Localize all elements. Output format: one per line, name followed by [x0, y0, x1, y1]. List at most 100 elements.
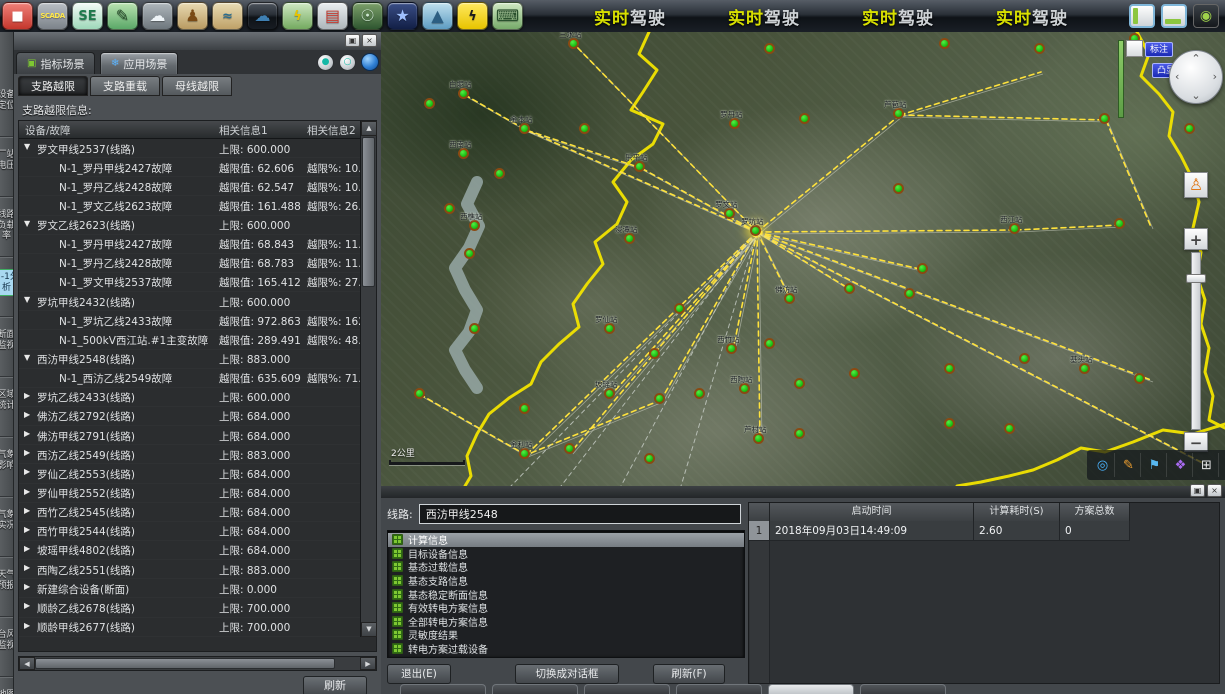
expand-arrow-icon[interactable]: ▶: [24, 391, 30, 400]
realtime-driving-title[interactable]: 实时驾驶: [996, 4, 1068, 29]
map-type-button[interactable]: [1126, 40, 1143, 57]
panel-restore-button[interactable]: ▣: [345, 34, 360, 47]
horizontal-scrollbar[interactable]: ◀ ▶: [18, 656, 377, 671]
expand-arrow-icon[interactable]: ▶: [24, 621, 30, 630]
lightning-green-icon[interactable]: ϟ: [282, 2, 313, 30]
station-marker[interactable]: [849, 368, 860, 379]
station-marker[interactable]: [844, 283, 855, 294]
table-row[interactable]: ▶罗仙乙线2553(线路)上限: 684.000: [19, 464, 362, 483]
run-row-number[interactable]: 1: [749, 521, 770, 541]
table-row[interactable]: ▶西陶乙线2551(线路)上限: 883.000: [19, 560, 362, 579]
zoom-slider-thumb[interactable]: [1186, 274, 1206, 283]
rain-cloud-icon[interactable]: ☁: [142, 2, 173, 30]
waves-icon[interactable]: ≈: [212, 2, 243, 30]
zoom-in-button[interactable]: +: [1184, 228, 1208, 250]
exit-button[interactable]: 退出(E): [387, 664, 451, 684]
horizontal-scroll-thumb[interactable]: [35, 658, 335, 669]
realtime-driving-title[interactable]: 实时驾驶: [728, 4, 800, 29]
table-row[interactable]: ▶西竹乙线2545(线路)上限: 684.000: [19, 503, 362, 522]
rail-item-3[interactable]: 线路负载率: [0, 210, 14, 242]
expand-arrow-icon[interactable]: ▶: [24, 410, 30, 419]
expand-arrow-icon[interactable]: ▶: [24, 487, 30, 496]
layout-left-panel-button[interactable]: [1129, 4, 1155, 28]
station-marker[interactable]: [1099, 113, 1110, 124]
list-item[interactable]: 有效转电方案信息: [388, 601, 744, 615]
table-row[interactable]: ▶罗仙甲线2552(线路)上限: 684.000: [19, 484, 362, 503]
station-marker[interactable]: [917, 263, 928, 274]
table-row[interactable]: ▶新建综合设备(断面)上限: 0.000: [19, 579, 362, 598]
rail-item-2[interactable]: 厂站电压: [0, 150, 14, 171]
rail-item-6[interactable]: 区域统计: [0, 390, 14, 411]
station-marker[interactable]: [1004, 423, 1015, 434]
station-marker[interactable]: [764, 338, 775, 349]
station-marker[interactable]: [649, 348, 660, 359]
panel-close-button[interactable]: ×: [362, 34, 377, 47]
tab-indicator-scene[interactable]: ▣ 指标场景: [16, 52, 95, 74]
map-pan-compass[interactable]: ⌃ ⌄ ‹ ›: [1169, 50, 1223, 104]
table-row[interactable]: ▶罗坑乙线2433(线路)上限: 600.000: [19, 388, 362, 407]
list-item[interactable]: 全部转电方案信息: [388, 615, 744, 629]
list-item[interactable]: 灵敏度结果: [388, 628, 744, 642]
table-row[interactable]: ▶坡瑶甲线4802(线路)上限: 684.000: [19, 541, 362, 560]
globe-button[interactable]: [361, 53, 379, 71]
pencil-icon[interactable]: ✎: [107, 2, 138, 30]
refresh-button[interactable]: 刷新(F): [653, 664, 725, 684]
rail-item-1[interactable]: 设备定位: [0, 90, 14, 111]
list-item[interactable]: 计算信息: [388, 533, 744, 547]
pin-tool-icon[interactable]: ❖: [1169, 453, 1193, 477]
realtime-driving-title[interactable]: 实时驾驶: [862, 4, 934, 29]
constellation-icon[interactable]: ★: [387, 2, 418, 30]
bottom-tab-2[interactable]: [492, 684, 578, 694]
station-marker[interactable]: [1114, 218, 1125, 229]
station-marker[interactable]: [1184, 123, 1195, 134]
station-marker[interactable]: [469, 323, 480, 334]
cloud-icon[interactable]: ☁: [247, 2, 278, 30]
surveyor-icon[interactable]: ♟: [177, 2, 208, 30]
switch-to-dialog-button[interactable]: 切换成对话框: [515, 664, 619, 684]
list-item[interactable]: 基态支路信息: [388, 574, 744, 588]
layout-bottom-panel-button[interactable]: [1161, 4, 1187, 28]
table-row[interactable]: N-1_西汸乙线2549故障越限值: 635.609越限%: 71.9: [19, 369, 362, 388]
rail-item-7[interactable]: 气象影响: [0, 450, 14, 471]
run-calc-duration[interactable]: 2.60: [974, 521, 1060, 541]
mountains-icon[interactable]: ▲: [422, 2, 453, 30]
rail-item-8[interactable]: 气象实况: [0, 510, 14, 531]
station-marker[interactable]: [1134, 373, 1145, 384]
station-marker[interactable]: [939, 38, 950, 49]
line-input[interactable]: [419, 504, 741, 524]
station-marker[interactable]: [424, 98, 435, 109]
list-item[interactable]: 目标设备信息: [388, 547, 744, 561]
table-row[interactable]: N-1_500kV西江站.#1主变故障越限值: 289.491越限%: 48.2: [19, 330, 362, 349]
table-row[interactable]: ▶顺龄甲线2677(线路)上限: 700.000: [19, 618, 362, 637]
scroll-right-button[interactable]: ▶: [360, 657, 376, 670]
pegman-button[interactable]: ♙: [1184, 172, 1208, 198]
rail-item-10[interactable]: 台风监视: [0, 630, 14, 651]
table-row[interactable]: ▼罗文甲线2537(线路)上限: 600.000: [19, 139, 362, 158]
lightning-yellow-icon[interactable]: ϟ: [457, 2, 488, 30]
table-row[interactable]: ▼罗坑甲线2432(线路)上限: 600.000: [19, 292, 362, 311]
table-row[interactable]: N-1_罗丹甲线2427故障越限值: 62.606越限%: 10.4: [19, 158, 362, 177]
table-row[interactable]: ▶佛汸甲线2791(线路)上限: 684.000: [19, 426, 362, 445]
station-marker[interactable]: [794, 378, 805, 389]
station-marker[interactable]: [564, 443, 575, 454]
station-marker[interactable]: [794, 428, 805, 439]
station-marker[interactable]: [414, 388, 425, 399]
subtab-branch-overlimit[interactable]: 支路越限: [18, 76, 88, 96]
bottom-tab-5[interactable]: [768, 684, 854, 694]
table-row[interactable]: N-1_罗丹乙线2428故障越限值: 62.547越限%: 10.4: [19, 177, 362, 196]
table-row[interactable]: N-1_罗坑乙线2433故障越限值: 972.863越限%: 162: [19, 311, 362, 330]
table-row[interactable]: ▶西汸乙线2549(线路)上限: 883.000: [19, 445, 362, 464]
rail-item-11[interactable]: 地图: [0, 690, 14, 694]
station-marker[interactable]: [444, 203, 455, 214]
rail-item-4[interactable]: N-1分析: [0, 270, 14, 295]
tab-application-scene[interactable]: ❄ 应用场景: [100, 52, 178, 74]
subtab-bus-overlimit[interactable]: 母线越限: [162, 76, 232, 96]
table-row[interactable]: N-1_罗文乙线2623故障越限值: 161.488越限%: 26.9: [19, 196, 362, 215]
station-marker[interactable]: [944, 363, 955, 374]
station-marker[interactable]: [519, 403, 530, 414]
expand-arrow-icon[interactable]: ▶: [24, 525, 30, 534]
target-button[interactable]: ○: [339, 54, 356, 71]
pan-up-icon[interactable]: ⌃: [1191, 52, 1200, 65]
bottom-tab-3[interactable]: [584, 684, 670, 694]
station-marker[interactable]: [1019, 353, 1030, 364]
